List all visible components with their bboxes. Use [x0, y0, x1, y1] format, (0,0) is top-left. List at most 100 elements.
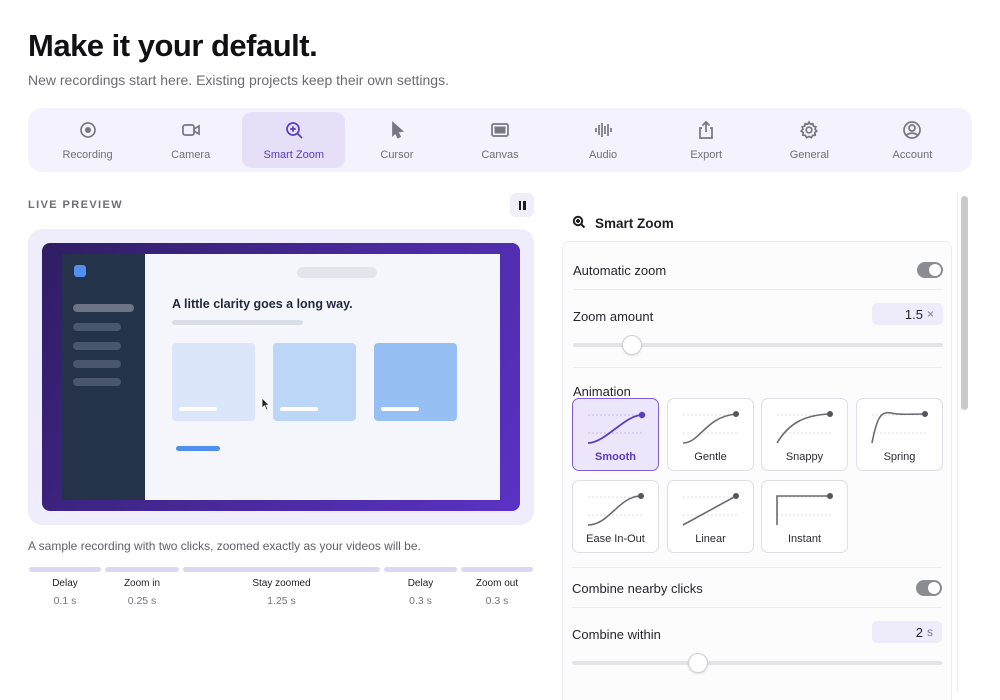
instant-curve-icon: [776, 493, 833, 525]
snappy-curve-icon: [776, 411, 833, 444]
animation-option-label: Ease In-Out: [586, 533, 645, 545]
divider: [573, 289, 943, 290]
combine-within-row: Combine within 2 s: [572, 621, 942, 643]
sample-card-line: [381, 407, 419, 411]
record-icon: [78, 120, 98, 143]
animation-option-spring[interactable]: Spring: [856, 398, 943, 471]
slider-thumb[interactable]: [687, 653, 708, 673]
tab-label: Account: [892, 148, 933, 161]
sample-card: [374, 343, 457, 421]
sample-nav-item: [73, 378, 121, 386]
timeline-segment-value: 0.3 s: [409, 595, 432, 607]
timeline-segment: Delay 0.3 s: [383, 567, 458, 611]
slider-thumb[interactable]: [622, 335, 643, 355]
waveform-icon: [593, 120, 613, 143]
combine-within-field[interactable]: 2 s: [872, 621, 942, 643]
timeline-segment: Zoom out 0.3 s: [460, 567, 534, 611]
animation-option-label: Snappy: [785, 451, 824, 463]
tab-audio[interactable]: Audio: [552, 112, 655, 168]
tab-recording[interactable]: Recording: [36, 112, 139, 168]
live-preview-label: LIVE PREVIEW: [28, 199, 124, 211]
timeline-segment-bar: [29, 567, 101, 572]
tab-account[interactable]: Account: [861, 112, 964, 168]
linear-curve-icon: [682, 493, 739, 526]
animation-option-gentle[interactable]: Gentle: [667, 398, 754, 471]
animation-label: Animation: [573, 384, 631, 399]
animation-option-label: Smooth: [595, 451, 636, 463]
gear-icon: [799, 119, 819, 143]
ease-in-out-curve-icon: [587, 493, 644, 526]
sample-heading: A little clarity goes a long way.: [172, 297, 353, 311]
scrollbar-track: [957, 192, 958, 692]
share-icon: [696, 120, 716, 143]
pause-button[interactable]: [510, 193, 534, 217]
animation-option-instant[interactable]: Instant: [761, 480, 848, 553]
timeline-segment-name: Zoom in: [123, 578, 161, 589]
sample-sidebar: [62, 254, 145, 500]
zoom-amount-slider[interactable]: [573, 335, 943, 355]
tab-label: Export: [690, 148, 723, 161]
animation-option-linear[interactable]: Linear: [667, 480, 754, 553]
zoom-amount-row: Zoom amount 1.5 ×: [573, 303, 943, 325]
tab-camera[interactable]: Camera: [139, 112, 242, 168]
combine-clicks-row: Combine nearby clicks: [572, 580, 942, 596]
scrollbar-thumb[interactable]: [961, 196, 968, 410]
timeline-segment-bar: [183, 567, 380, 572]
combine-within-slider[interactable]: [572, 653, 942, 673]
timeline-segment-value: 0.1 s: [53, 595, 77, 607]
smart-zoom-settings-panel: Smart Zoom Automatic zoom Zoom amount 1.…: [562, 207, 952, 700]
timeline-segment-value: 1.25 s: [267, 595, 296, 607]
sample-button: [176, 446, 220, 451]
tab-label: Recording: [62, 148, 113, 161]
timeline-segment-value: 0.25 s: [127, 595, 157, 607]
zoom-amount-field[interactable]: 1.5 ×: [872, 303, 943, 325]
combine-within-unit: s: [927, 625, 933, 639]
timeline-segment-bar: [105, 567, 179, 572]
divider: [572, 567, 942, 568]
sample-card: [172, 343, 255, 421]
animation-option-smooth[interactable]: Smooth: [572, 398, 659, 471]
tab-canvas[interactable]: Canvas: [448, 112, 551, 168]
tab-general[interactable]: General: [758, 112, 861, 168]
tab-label: Canvas: [481, 148, 519, 161]
mouse-cursor-icon: [261, 397, 271, 411]
timeline-segment-value: 0.3 s: [485, 595, 509, 607]
settings-scrollbar[interactable]: [957, 192, 972, 692]
divider: [573, 367, 943, 368]
preview-stage: A little clarity goes a long way.: [42, 243, 520, 511]
canvas-icon: [490, 120, 510, 143]
timeline-segment-name: Stay zoomed: [252, 578, 311, 589]
timeline-segment: Delay 0.1 s: [28, 567, 102, 611]
tab-label: Camera: [171, 148, 211, 161]
gentle-curve-icon: [682, 411, 739, 444]
zoom-amount-unit: ×: [926, 307, 934, 321]
animation-option-snappy[interactable]: Snappy: [761, 398, 848, 471]
sample-text-line: [172, 320, 303, 325]
combine-clicks-toggle[interactable]: [916, 580, 942, 596]
automatic-zoom-row: Automatic zoom: [573, 262, 943, 278]
sample-card: [273, 343, 356, 421]
animation-row: Animation: [573, 384, 943, 399]
animation-option-label: Gentle: [694, 451, 727, 463]
animation-option-ease-in-out[interactable]: Ease In-Out: [572, 480, 659, 553]
animation-option-label: Instant: [787, 533, 822, 545]
timeline-segment-name: Delay: [407, 578, 434, 589]
sample-nav-item: [73, 360, 121, 368]
tab-smart-zoom[interactable]: Smart Zoom: [242, 112, 346, 168]
automatic-zoom-toggle[interactable]: [917, 262, 943, 278]
page-title: Make it your default.: [28, 28, 318, 63]
pause-icon: [523, 200, 526, 210]
divider: [572, 607, 942, 608]
timeline-segment-name: Zoom out: [475, 578, 519, 589]
sample-nav-item: [73, 342, 121, 350]
timeline-segment-bar: [461, 567, 533, 572]
zoom-in-icon: [284, 120, 304, 143]
timeline-segment-bar: [384, 567, 457, 572]
timeline-segment: Zoom in 0.25 s: [104, 567, 180, 611]
zoom-amount-label: Zoom amount: [573, 309, 654, 324]
tab-export[interactable]: Export: [655, 112, 758, 168]
preview-frame: A little clarity goes a long way.: [28, 229, 534, 525]
cursor-icon: [387, 120, 407, 143]
tab-cursor[interactable]: Cursor: [345, 112, 448, 168]
automatic-zoom-label: Automatic zoom: [573, 263, 667, 278]
